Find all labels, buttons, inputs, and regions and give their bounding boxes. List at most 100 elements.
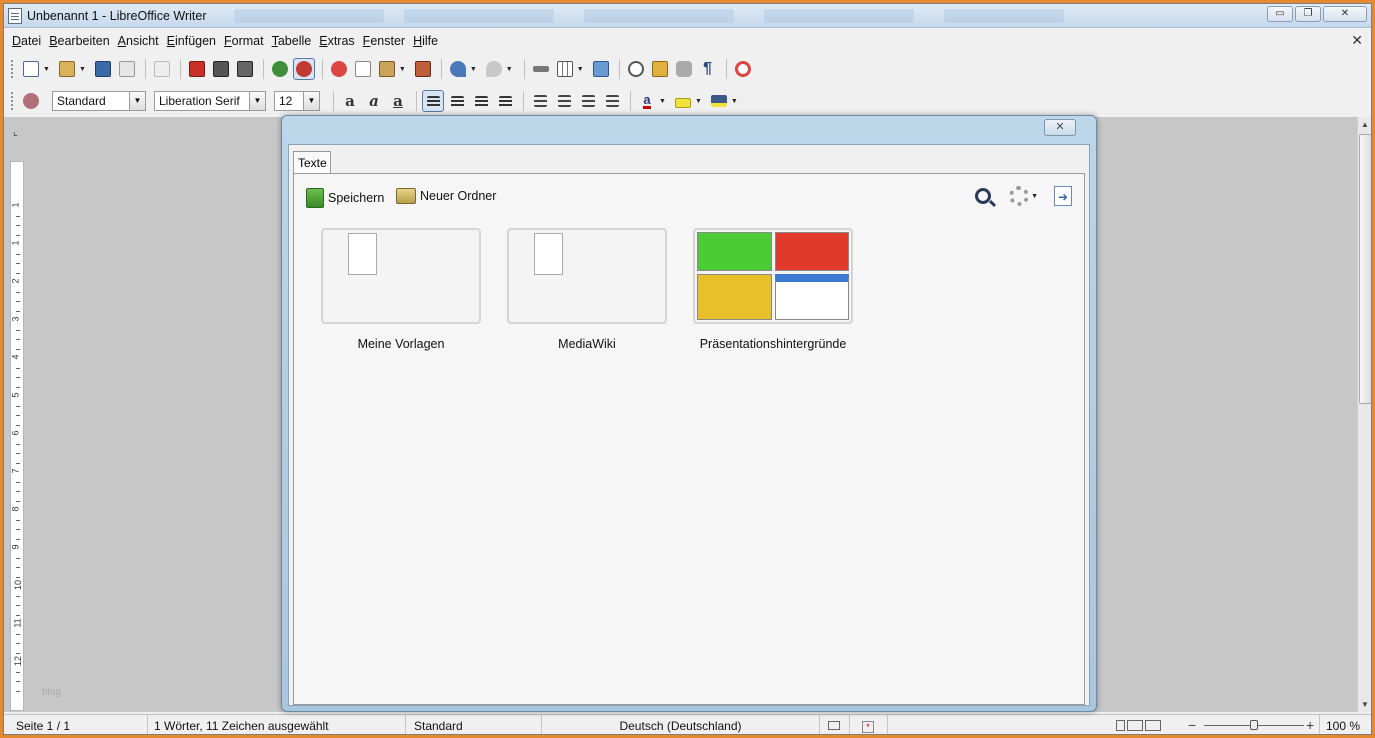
menu-format[interactable]: Format <box>222 31 270 51</box>
background-color-icon[interactable] <box>708 90 730 112</box>
toolbar-grip[interactable] <box>10 91 14 111</box>
decrease-indent-icon[interactable] <box>577 90 599 112</box>
insert-mode-icon[interactable] <box>820 715 850 734</box>
chevron-down-icon[interactable]: ▼ <box>249 92 265 110</box>
chevron-down-icon[interactable]: ▼ <box>695 98 702 105</box>
ruler-tick <box>16 263 20 264</box>
menu-bearbeiten[interactable]: Bearbeiten <box>47 31 115 51</box>
scrollbar-thumb[interactable] <box>1359 134 1371 404</box>
align-left-icon[interactable] <box>422 90 444 112</box>
new-folder-button[interactable]: Neuer Ordner <box>396 188 496 204</box>
font-size-select[interactable]: 12 ▼ <box>274 91 320 111</box>
chevron-down-icon[interactable]: ▼ <box>303 92 319 110</box>
align-right-icon[interactable] <box>470 90 492 112</box>
copy-icon[interactable] <box>352 58 374 80</box>
scroll-down-icon[interactable]: ▼ <box>1361 700 1369 709</box>
folder-tile-mediawiki[interactable]: MediaWiki <box>507 228 667 355</box>
clone-formatting-icon[interactable] <box>412 58 434 80</box>
chevron-down-icon[interactable]: ▼ <box>659 98 666 105</box>
zoom-level[interactable]: 100 % <box>1326 715 1371 734</box>
vertical-scrollbar[interactable]: ▲ ▼ <box>1357 117 1371 712</box>
bullets-icon[interactable] <box>553 90 575 112</box>
chevron-down-icon[interactable]: ▼ <box>731 98 738 105</box>
open-icon[interactable] <box>56 58 78 80</box>
spellcheck-icon[interactable] <box>269 58 291 80</box>
zoom-in-button[interactable]: + <box>1306 715 1320 734</box>
zoom-out-button[interactable]: − <box>1188 715 1200 734</box>
chevron-down-icon[interactable]: ▼ <box>79 66 86 73</box>
highlighting-icon[interactable] <box>672 90 694 112</box>
ruler-mark: 12 <box>13 655 24 667</box>
close-window-button[interactable]: ✕ <box>1323 6 1367 22</box>
maximize-button[interactable]: ❐ <box>1295 6 1321 22</box>
save-button[interactable]: Speichern <box>306 188 384 208</box>
menu-tabelle[interactable]: Tabelle <box>270 31 318 51</box>
scroll-up-icon[interactable]: ▲ <box>1361 120 1369 129</box>
justify-icon[interactable] <box>494 90 516 112</box>
styles-and-formatting-icon[interactable] <box>20 90 42 112</box>
repository-icon[interactable]: ➜ <box>1054 186 1072 206</box>
status-language[interactable]: Deutsch (Deutschland) <box>542 715 820 734</box>
menu-fenster[interactable]: Fenster <box>361 31 411 51</box>
status-page[interactable]: Seite 1 / 1 <box>4 715 148 734</box>
edit-file-icon[interactable] <box>151 58 173 80</box>
paragraph-style-select[interactable]: Standard ▼ <box>52 91 146 111</box>
chevron-down-icon[interactable]: ▼ <box>1031 193 1038 200</box>
redo-icon[interactable] <box>483 58 505 80</box>
menu-extras[interactable]: Extras <box>317 31 360 51</box>
export-pdf-icon[interactable] <box>186 58 208 80</box>
tab-stop-selector[interactable]: ⌞ <box>13 127 18 138</box>
font-name-select[interactable]: Liberation Serif ▼ <box>154 91 266 111</box>
show-draw-functions-icon[interactable] <box>590 58 612 80</box>
formatting-marks-icon[interactable]: ¶ <box>697 58 719 80</box>
ruler-tick <box>16 348 20 350</box>
menu-hilfe[interactable]: Hilfe <box>411 31 444 51</box>
paste-icon[interactable] <box>376 58 398 80</box>
email-icon[interactable] <box>116 58 138 80</box>
document-modified-icon[interactable]: * <box>850 715 888 734</box>
chevron-down-icon[interactable]: ▼ <box>129 92 145 110</box>
help-icon[interactable] <box>732 58 754 80</box>
save-icon[interactable] <box>92 58 114 80</box>
gallery-icon[interactable] <box>649 58 671 80</box>
minimize-button[interactable]: ▭ <box>1267 6 1293 22</box>
chevron-down-icon[interactable]: ▼ <box>470 66 477 73</box>
search-icon[interactable] <box>975 188 997 208</box>
cut-icon[interactable] <box>328 58 350 80</box>
undo-icon[interactable] <box>447 58 469 80</box>
autospellcheck-icon[interactable] <box>292 58 315 80</box>
data-sources-icon[interactable] <box>673 58 695 80</box>
tab-texte[interactable]: Texte <box>293 151 331 174</box>
menu-einfuegen[interactable]: Einfügen <box>165 31 222 51</box>
status-page-style[interactable]: Standard <box>406 715 542 734</box>
underline-icon[interactable]: a <box>387 90 409 112</box>
menu-datei[interactable]: Datei <box>10 31 47 51</box>
print-preview-icon[interactable] <box>234 58 256 80</box>
zoom-slider-thumb[interactable] <box>1250 720 1258 730</box>
gear-icon[interactable] <box>1009 186 1030 206</box>
italic-icon[interactable]: a <box>363 90 385 112</box>
toolbar-grip[interactable] <box>10 59 14 79</box>
dialog-close-button[interactable]: ✕ <box>1044 119 1076 136</box>
table-icon[interactable] <box>554 58 576 80</box>
close-document-icon[interactable]: ✕ <box>1351 32 1363 49</box>
numbering-icon[interactable] <box>529 90 551 112</box>
navigator-icon[interactable] <box>625 58 647 80</box>
hyperlink-icon[interactable] <box>530 58 552 80</box>
chevron-down-icon[interactable]: ▼ <box>399 66 406 73</box>
align-center-icon[interactable] <box>446 90 468 112</box>
font-color-icon[interactable]: a <box>636 90 658 112</box>
folder-tile-praesentationshintergruende[interactable]: Präsentationshintergründe <box>693 228 853 355</box>
chevron-down-icon[interactable]: ▼ <box>43 66 50 73</box>
view-layout-icons[interactable] <box>1112 715 1184 734</box>
bold-icon[interactable]: a <box>339 90 361 112</box>
folder-tile-meine-vorlagen[interactable]: Meine Vorlagen <box>321 228 481 355</box>
increase-indent-icon[interactable] <box>601 90 623 112</box>
print-icon[interactable] <box>210 58 232 80</box>
chevron-down-icon[interactable]: ▼ <box>577 66 584 73</box>
ruler-tick <box>16 519 20 521</box>
new-document-icon[interactable] <box>20 58 42 80</box>
chevron-down-icon[interactable]: ▼ <box>506 66 513 73</box>
ruler-mark: 11 <box>12 618 23 628</box>
menu-ansicht[interactable]: Ansicht <box>116 31 165 51</box>
